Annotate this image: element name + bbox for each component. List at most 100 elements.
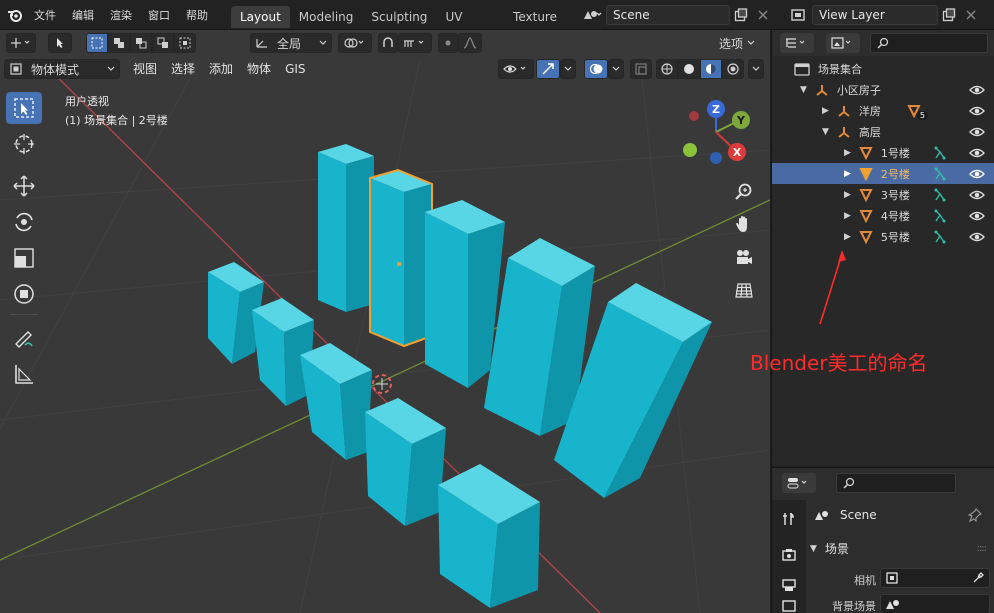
expand-arrow-icon[interactable]: ▶ — [844, 211, 851, 221]
blender-logo-icon[interactable] — [4, 5, 26, 25]
gizmo-options-icon[interactable] — [560, 59, 576, 79]
proportional-falloff-icon[interactable] — [458, 33, 482, 53]
options-dropdown[interactable]: 选项 — [712, 33, 762, 53]
object-row-building-4[interactable]: ▶ 4号楼 — [772, 205, 994, 226]
tab-texture-paint[interactable]: Texture Pa — [504, 6, 571, 28]
scene-selector-icon[interactable] — [578, 5, 606, 25]
properties-search-input[interactable] — [836, 473, 956, 493]
move-tool-icon[interactable] — [6, 170, 42, 202]
tab-sculpting[interactable]: Sculpting — [362, 6, 436, 28]
menu-gis[interactable]: GIS — [278, 59, 312, 79]
menu-help[interactable]: 帮助 — [178, 7, 216, 23]
transform-pivot-icon[interactable] — [6, 33, 36, 53]
tool-settings-tab-icon[interactable] — [776, 506, 802, 532]
drag-handle-icon[interactable]: :::: — [977, 543, 988, 554]
object-row-building-5[interactable]: ▶ 5号楼 — [772, 226, 994, 247]
menu-edit[interactable]: 编辑 — [64, 7, 102, 23]
delete-view-layer-icon[interactable] — [960, 5, 982, 25]
chevron-down-icon — [319, 40, 327, 45]
new-scene-icon[interactable] — [730, 5, 752, 25]
chevron-down-icon — [107, 66, 115, 71]
gizmo-z-axis[interactable]: Z — [707, 100, 725, 118]
cursor-tool-icon[interactable] — [6, 128, 42, 160]
scale-tool-icon[interactable] — [6, 242, 42, 274]
tab-layout[interactable]: Layout — [231, 6, 290, 28]
expand-arrow-icon[interactable]: ▶ — [844, 169, 851, 179]
menu-select[interactable]: 选择 — [164, 59, 202, 79]
expand-arrow-icon[interactable]: ▶ — [844, 148, 851, 158]
proportional-editing-icon[interactable] — [438, 33, 458, 53]
annotate-tool-icon[interactable] — [6, 322, 42, 354]
select-tool-icon[interactable] — [48, 33, 72, 53]
menu-add[interactable]: 添加 — [202, 59, 240, 79]
editor-type-dropdown[interactable] — [782, 473, 816, 493]
gizmo-x-axis[interactable]: X — [728, 143, 746, 161]
camera-field[interactable] — [880, 568, 990, 588]
select-box-extend-icon[interactable] — [108, 33, 130, 53]
background-scene-field[interactable] — [880, 594, 990, 613]
menu-object[interactable]: 物体 — [240, 59, 278, 79]
snap-target-dropdown[interactable] — [398, 33, 432, 53]
xray-toggle-icon[interactable] — [630, 59, 652, 79]
orthographic-toggle-icon[interactable] — [730, 276, 758, 304]
select-box-invert-icon[interactable] — [152, 33, 174, 53]
select-box-tool-icon[interactable] — [6, 92, 42, 124]
overlay-toggle-icon[interactable] — [584, 59, 608, 79]
visibility-dropdown[interactable] — [498, 59, 534, 79]
3d-viewport[interactable]: Z Y X 全局 选项 物体模式 视图 选择 添加 物体 GIS 用户透视 (1… — [0, 30, 770, 613]
shading-rendered-icon[interactable] — [722, 59, 744, 79]
select-box-intersect-icon[interactable] — [174, 33, 196, 53]
object-row-building-1[interactable]: ▶ 1号楼 — [772, 142, 994, 163]
shading-solid-icon[interactable] — [678, 59, 700, 79]
view-layer-tab-icon[interactable] — [776, 596, 802, 613]
pin-icon[interactable] — [967, 508, 982, 525]
tab-uv-editing[interactable]: UV Editing — [436, 6, 504, 28]
expand-arrow-icon[interactable]: ▼ — [800, 85, 807, 95]
gizmo-y-axis[interactable]: Y — [732, 111, 750, 129]
outliner-search-input[interactable] — [870, 33, 988, 53]
scene-section-header[interactable]: ▼ 场景 :::: — [810, 540, 992, 557]
menu-file[interactable]: 文件 — [26, 7, 64, 23]
collapse-arrow-icon[interactable]: ▼ — [810, 544, 817, 554]
zoom-view-icon[interactable] — [730, 178, 758, 206]
pivot-point-dropdown[interactable] — [338, 33, 372, 53]
render-tab-icon[interactable] — [776, 542, 802, 568]
gizmo-toggle-icon[interactable] — [536, 59, 560, 79]
shading-options-icon[interactable] — [748, 59, 764, 79]
new-view-layer-icon[interactable] — [938, 5, 960, 25]
select-box-new-icon[interactable] — [86, 33, 108, 53]
menu-view[interactable]: 视图 — [126, 59, 164, 79]
snap-toggle-icon[interactable] — [378, 33, 398, 53]
delete-scene-icon[interactable] — [752, 5, 774, 25]
view-layer-field[interactable]: View Layer — [812, 5, 938, 25]
object-row-yangfang[interactable]: ▶ 洋房 5 — [772, 100, 994, 121]
measure-tool-icon[interactable] — [6, 358, 42, 390]
select-box-subtract-icon[interactable] — [130, 33, 152, 53]
object-row-building-2[interactable]: ▶ 2号楼 — [772, 163, 994, 184]
shading-wireframe-icon[interactable] — [656, 59, 678, 79]
expand-arrow-icon[interactable]: ▶ — [844, 190, 851, 200]
menu-window[interactable]: 窗口 — [140, 7, 178, 23]
expand-arrow-icon[interactable]: ▶ — [822, 106, 829, 116]
output-tab-icon[interactable] — [776, 572, 802, 598]
shading-material-icon[interactable] — [700, 59, 722, 79]
overlay-options-icon[interactable] — [608, 59, 624, 79]
scene-name-field[interactable]: Scene — [606, 5, 730, 25]
view-layer-icon[interactable] — [786, 5, 812, 25]
object-row-gaoceng[interactable]: ▼ 高层 — [772, 121, 994, 142]
pan-view-icon[interactable] — [730, 210, 758, 238]
menu-render[interactable]: 渲染 — [102, 7, 140, 23]
filter-dropdown[interactable] — [826, 33, 860, 53]
collection-row-xiaoqu[interactable]: ▼ 小区房子 — [772, 79, 994, 100]
interaction-mode-dropdown[interactable]: 物体模式 — [4, 59, 120, 79]
tab-modeling[interactable]: Modeling — [290, 6, 363, 28]
mesh-data-icon — [934, 146, 946, 159]
transform-orientation-dropdown[interactable]: 全局 — [250, 33, 332, 53]
display-mode-dropdown[interactable] — [780, 33, 814, 53]
rotate-tool-icon[interactable] — [6, 206, 42, 238]
object-row-building-3[interactable]: ▶ 3号楼 — [772, 184, 994, 205]
transform-tool-icon[interactable] — [6, 278, 42, 310]
collection-row-scene[interactable]: 场景集合 — [772, 58, 994, 79]
expand-arrow-icon[interactable]: ▼ — [822, 127, 829, 137]
camera-view-icon[interactable] — [730, 244, 758, 272]
